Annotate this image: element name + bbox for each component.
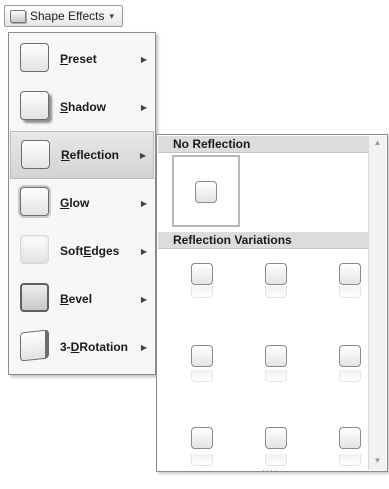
chevron-down-icon: ▾	[109, 10, 115, 21]
bevel-icon	[20, 283, 49, 312]
submenu-arrow-icon: ▶	[140, 246, 147, 256]
reflection-variation-option[interactable]	[244, 253, 312, 325]
reflection-variations-header: Reflection Variations	[158, 232, 369, 249]
scroll-up-icon[interactable]: ▲	[369, 137, 386, 149]
reflection-preview-icon	[265, 286, 287, 298]
shape-preview-icon	[191, 263, 213, 285]
shape-effects-label: Shape Effects	[30, 9, 105, 23]
menu-item-glow[interactable]: Glow ▶	[10, 179, 154, 227]
menu-item-label: Bevel	[60, 292, 93, 306]
menu-item-bevel[interactable]: Bevel ▶	[10, 275, 154, 323]
menu-item-label: Soft Edges	[60, 244, 120, 258]
scroll-down-icon[interactable]: ▼	[369, 455, 386, 467]
reflection-preview-icon	[191, 454, 213, 466]
shape-effects-menu: Preset ▶ Shadow ▶ Reflection ▶ Glow ▶ So…	[8, 32, 156, 375]
glow-icon	[20, 187, 49, 216]
3d-rotation-icon	[20, 329, 49, 362]
submenu-arrow-icon: ▶	[140, 102, 147, 112]
gallery-scrollbar[interactable]	[368, 136, 386, 470]
shape-preview-icon	[265, 345, 287, 367]
shape-preview-icon	[265, 263, 287, 285]
menu-item-label: Shadow	[60, 100, 107, 114]
reflection-variation-option[interactable]	[170, 335, 238, 407]
shadow-icon	[20, 91, 49, 120]
reflection-preview-icon	[265, 370, 287, 382]
menu-item-label: Reflection	[61, 148, 120, 162]
shape-preview-icon	[339, 263, 361, 285]
menu-item-reflection[interactable]: Reflection ▶	[10, 131, 154, 179]
shape-preview-icon	[339, 345, 361, 367]
submenu-arrow-icon: ▶	[140, 54, 147, 64]
reflection-variation-option[interactable]	[244, 335, 312, 407]
shape-preview-icon	[339, 427, 361, 449]
menu-item-label: Preset	[60, 52, 97, 66]
reflection-preview-icon	[339, 370, 361, 382]
resize-grip-icon[interactable]: ····	[262, 465, 278, 475]
menu-item-soft-edges[interactable]: Soft Edges ▶	[10, 227, 154, 275]
submenu-arrow-icon: ▶	[140, 198, 147, 208]
reflection-preview-icon	[191, 286, 213, 298]
reflection-variation-option[interactable]	[170, 253, 238, 325]
menu-item-preset[interactable]: Preset ▶	[10, 35, 154, 83]
reflection-preview-icon	[191, 370, 213, 382]
shape-preview-icon	[191, 427, 213, 449]
reflection-preview-icon	[339, 454, 361, 466]
shape-effects-button[interactable]: Shape Effects ▾	[4, 5, 123, 27]
shape-effects-icon	[10, 9, 26, 23]
shape-preview-icon	[265, 427, 287, 449]
reflection-gallery: No Reflection Reflection Variations ▲ ▼ …	[156, 134, 388, 475]
no-reflection-header: No Reflection	[158, 136, 369, 153]
reflection-preview-icon	[339, 286, 361, 298]
menu-item-3d-rotation[interactable]: 3- D Rotation ▶	[10, 323, 154, 371]
no-reflection-option[interactable]	[172, 155, 240, 227]
submenu-arrow-icon: ▶	[139, 150, 146, 160]
shape-preview-icon	[195, 181, 217, 203]
reflection-icon	[21, 140, 50, 169]
reflection-variation-option[interactable]	[244, 417, 312, 489]
menu-item-shadow[interactable]: Shadow ▶	[10, 83, 154, 131]
soft-edges-icon	[20, 235, 49, 264]
submenu-arrow-icon: ▶	[140, 294, 147, 304]
menu-item-label: Glow	[60, 196, 90, 210]
preset-icon	[20, 43, 49, 72]
menu-item-label: 3- D Rotation	[60, 340, 128, 354]
shape-preview-icon	[191, 345, 213, 367]
submenu-arrow-icon: ▶	[140, 342, 147, 352]
reflection-variation-option[interactable]	[170, 417, 238, 489]
